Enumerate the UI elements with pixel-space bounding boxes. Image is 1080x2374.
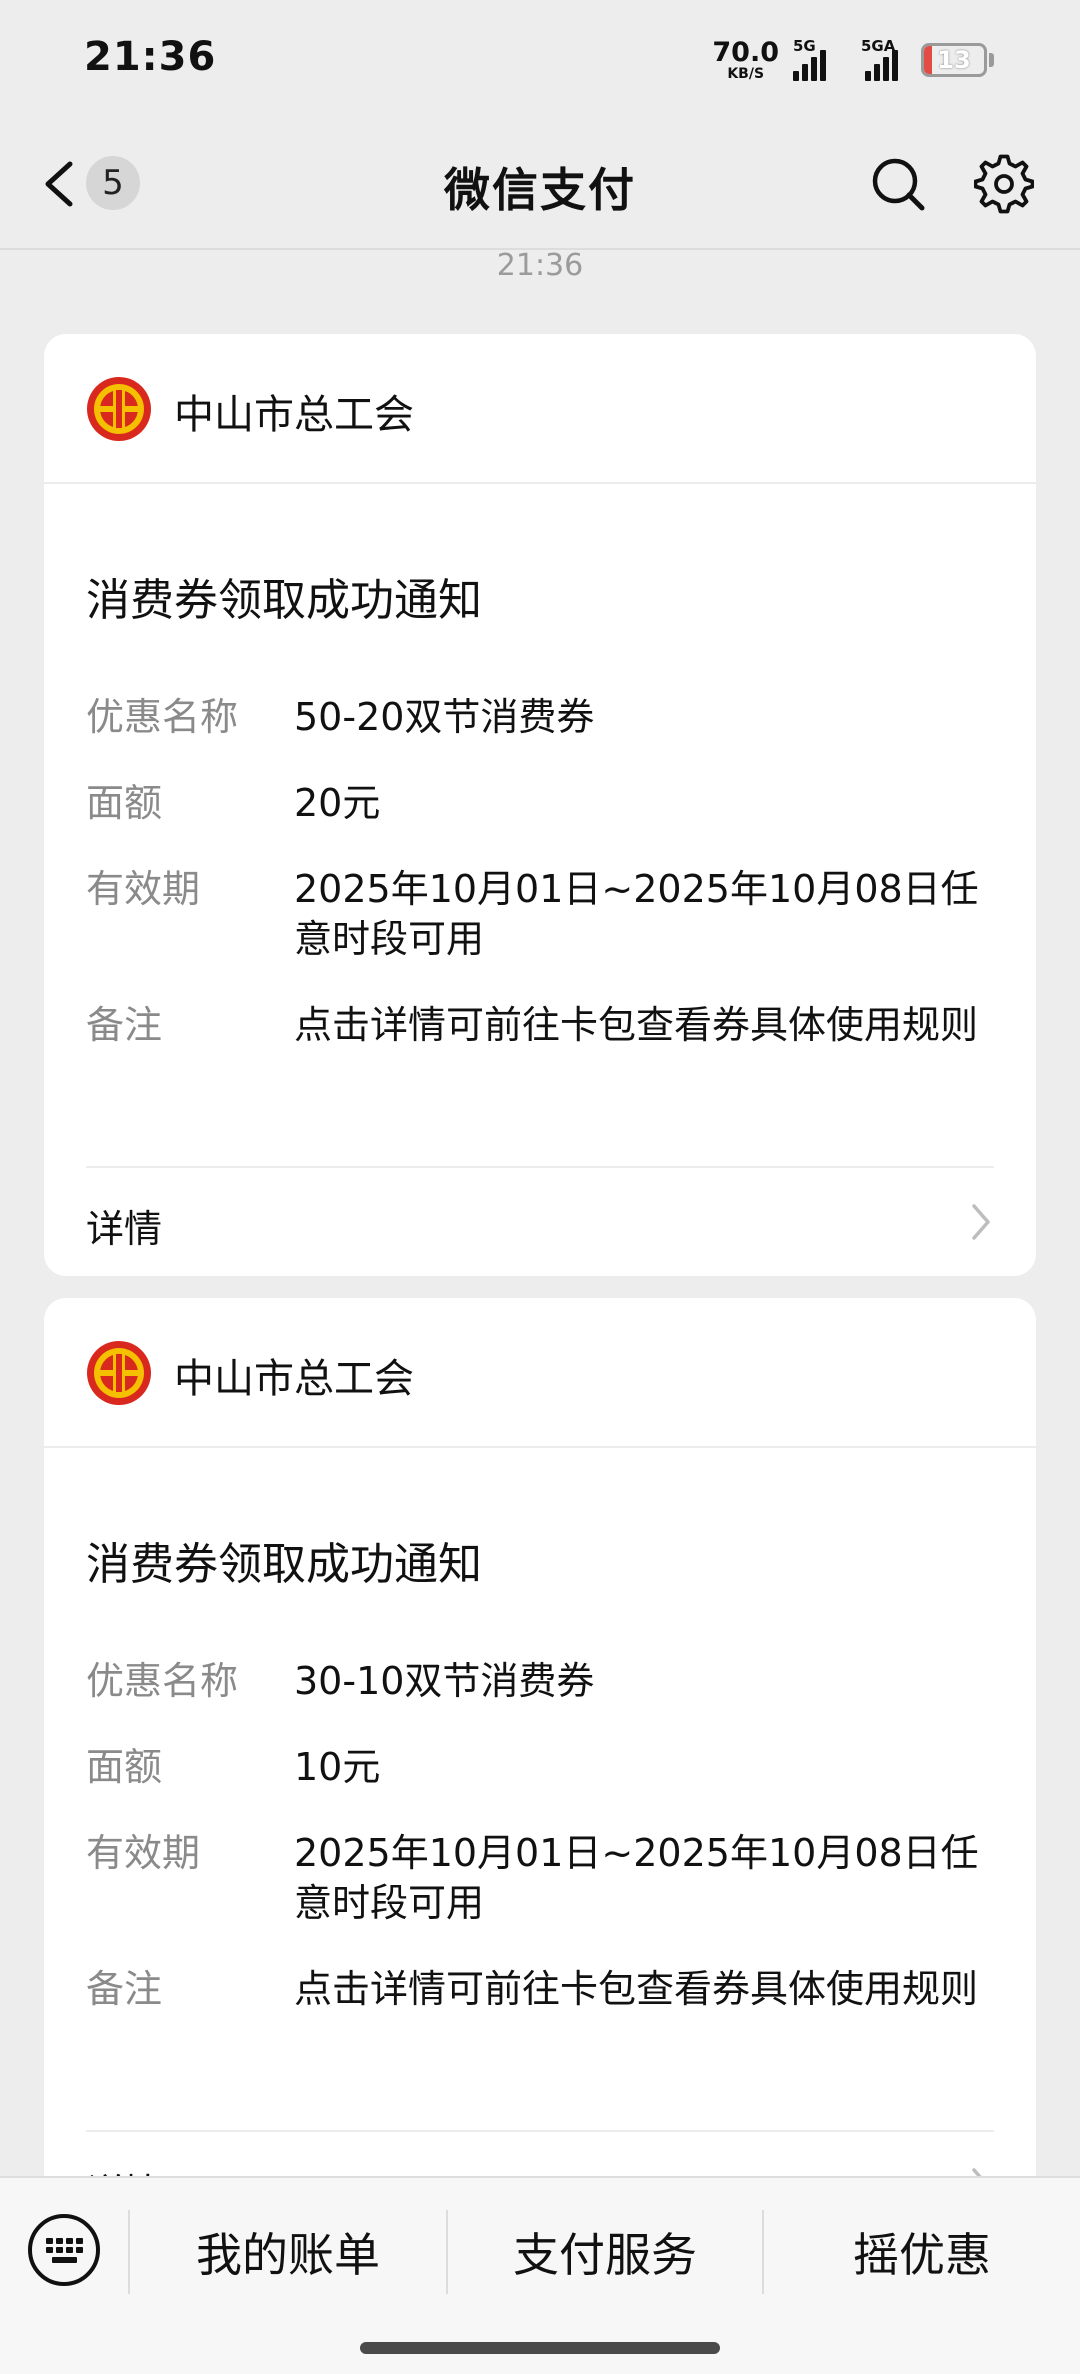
- field-value: 30-10双节消费券: [294, 1659, 595, 1703]
- menu-payment-services[interactable]: 支付服务: [448, 2208, 762, 2296]
- field-value: 10元: [294, 1745, 381, 1789]
- field-row: 备注 点击详情可前往卡包查看券具体使用规则: [86, 1964, 996, 2014]
- field-row: 面额 20元: [86, 778, 996, 828]
- network-speed-unit: KB/S: [727, 66, 765, 82]
- field-row: 备注 点击详情可前往卡包查看券具体使用规则: [86, 1000, 996, 1050]
- signal-5ga-icon: 5GA: [851, 37, 907, 81]
- status-icons: 70.0 KB/S 5G 5GA 13: [712, 36, 994, 84]
- message-timestamp: 21:36: [496, 248, 584, 283]
- card-header[interactable]: 中山市总工会: [44, 1298, 1036, 1448]
- keyboard-icon[interactable]: [26, 2212, 102, 2288]
- org-name: 中山市总工会: [174, 1356, 414, 1402]
- field-row: 优惠名称 30-10双节消费券: [86, 1656, 996, 1706]
- field-row: 有效期 2025年10月01日~2025年10月08日任意时段可用: [86, 864, 996, 964]
- field-row: 有效期 2025年10月01日~2025年10月08日任意时段可用: [86, 1828, 996, 1928]
- field-value: 2025年10月01日~2025年10月08日任意时段可用: [294, 867, 979, 961]
- network-speed-value: 70.0: [712, 37, 779, 68]
- notification-card: 中山市总工会 消费券领取成功通知 优惠名称 30-10双节消费券 面额 10元 …: [44, 1298, 1036, 2198]
- status-time: 21:36: [84, 34, 217, 80]
- gear-icon[interactable]: [974, 154, 1034, 214]
- field-row: 优惠名称 50-20双节消费券: [86, 692, 996, 742]
- battery-level: 13: [937, 46, 971, 74]
- field-value: 50-20双节消费券: [294, 695, 595, 739]
- trade-union-logo-icon: [87, 1341, 151, 1405]
- field-value: 点击详情可前往卡包查看券具体使用规则: [294, 1967, 979, 2011]
- field-key: 有效期: [86, 1831, 201, 1875]
- field-key: 优惠名称: [86, 1659, 239, 1703]
- field-key: 有效期: [86, 867, 201, 911]
- card-divider: [86, 2130, 994, 2132]
- field-key: 优惠名称: [86, 695, 239, 739]
- battery-icon: 13: [921, 43, 987, 77]
- status-bar: 21:36 70.0 KB/S 5G 5GA 13: [0, 0, 1080, 118]
- card-divider: [86, 1166, 994, 1168]
- field-value: 20元: [294, 781, 381, 825]
- signal-5g-icon: 5G: [793, 37, 837, 81]
- chevron-right-icon[interactable]: [968, 1202, 994, 1242]
- field-key: 面额: [86, 1745, 163, 1789]
- trade-union-logo-icon: [87, 377, 151, 441]
- field-key: 备注: [86, 1967, 163, 2011]
- notification-card: 中山市总工会 消费券领取成功通知 优惠名称 50-20双节消费券 面额 20元 …: [44, 334, 1036, 1276]
- search-icon[interactable]: [868, 154, 928, 214]
- home-indicator[interactable]: [360, 2342, 720, 2354]
- sim2-label: 5GA: [861, 37, 896, 55]
- menu-shake-offers[interactable]: 摇优惠: [764, 2208, 1080, 2296]
- org-name: 中山市总工会: [174, 392, 414, 438]
- nav-bar: 5 微信支付: [0, 118, 1080, 250]
- card-header[interactable]: 中山市总工会: [44, 334, 1036, 484]
- field-row: 面额 10元: [86, 1742, 996, 1792]
- network-speed: 70.0 KB/S: [712, 39, 779, 81]
- sim1-label: 5G: [793, 37, 816, 55]
- field-key: 备注: [86, 1003, 163, 1047]
- menu-my-bills[interactable]: 我的账单: [130, 2208, 446, 2296]
- field-value: 2025年10月01日~2025年10月08日任意时段可用: [294, 1831, 979, 1925]
- card-title: 消费券领取成功通知: [86, 1539, 482, 1590]
- field-key: 面额: [86, 781, 163, 825]
- details-link[interactable]: 详情: [86, 1198, 162, 1253]
- battery-tip: [989, 53, 994, 67]
- card-title: 消费券领取成功通知: [86, 575, 482, 626]
- field-value: 点击详情可前往卡包查看券具体使用规则: [294, 1003, 979, 1047]
